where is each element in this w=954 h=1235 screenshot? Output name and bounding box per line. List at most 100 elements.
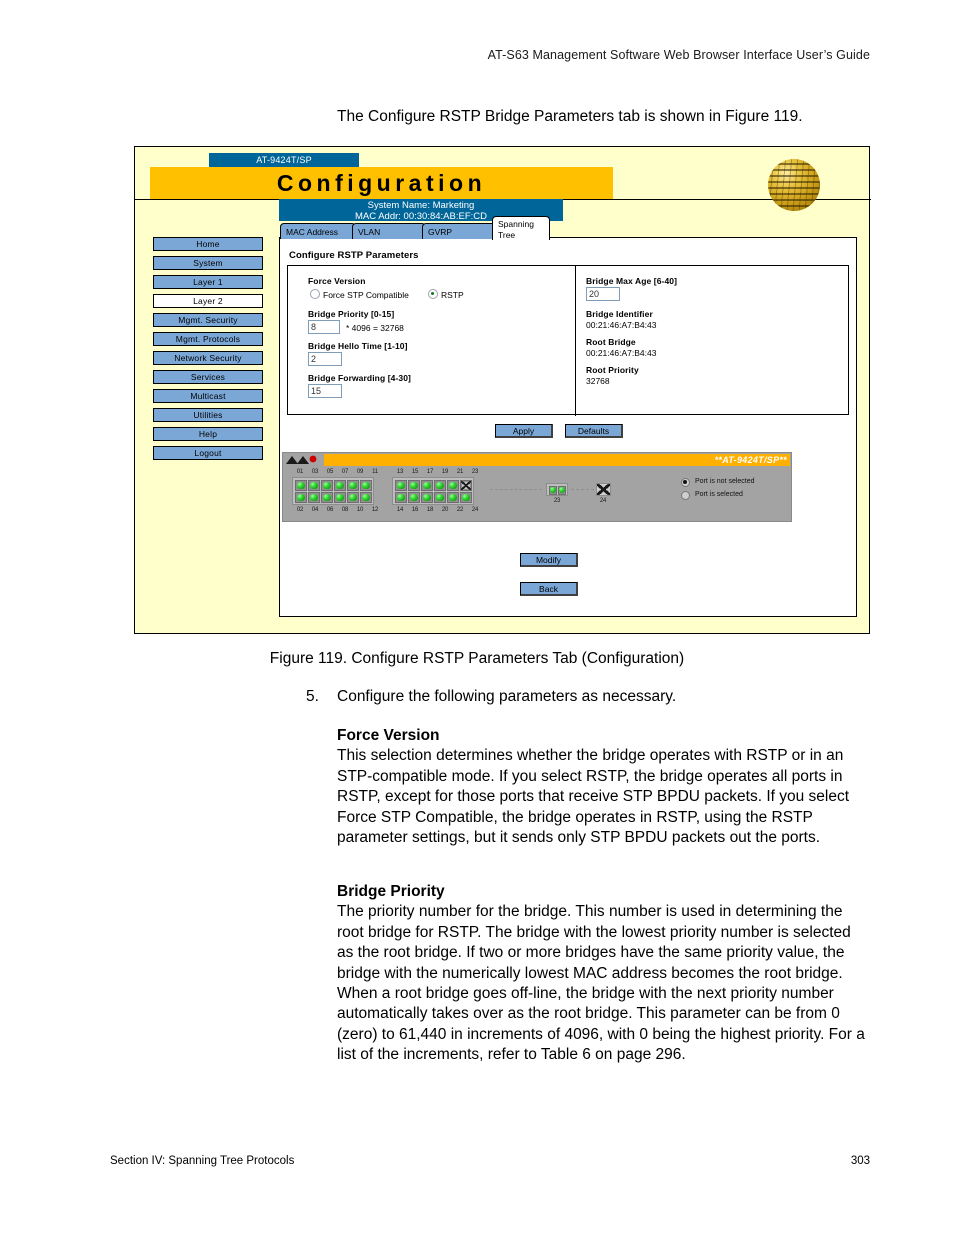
sidebar-item-system[interactable]: System [153, 256, 263, 270]
bridge-identifier-value: 00:21:46:A7:B4:43 [586, 320, 657, 330]
switch-top-strip: **AT-9424T/SP** [284, 454, 790, 466]
radio-force-stp-compatible[interactable] [310, 289, 320, 299]
system-name-line: System Name: Marketing [367, 200, 475, 211]
content-panel: MAC Address VLAN GVRP Spanning Tree Conf… [279, 216, 857, 617]
port-row-odd-1 [294, 479, 372, 491]
sidebar-item-help[interactable]: Help [153, 427, 263, 441]
port-08[interactable] [333, 491, 346, 503]
apply-button[interactable]: Apply [495, 424, 553, 438]
port-16[interactable] [407, 491, 420, 503]
sidebar-item-mgmt-protocols[interactable]: Mgmt. Protocols [153, 332, 263, 346]
back-button[interactable]: Back [520, 582, 578, 596]
port-label-13: 13 [396, 469, 404, 475]
port-02[interactable] [294, 491, 307, 503]
port-led-icon [296, 493, 305, 501]
sidebar-item-home[interactable]: Home [153, 237, 263, 251]
port-17[interactable] [420, 479, 433, 491]
uplink-23-b[interactable] [557, 485, 566, 495]
bridge-priority-input[interactable] [308, 320, 340, 334]
port-group-1[interactable] [292, 477, 374, 505]
port-led-icon [396, 481, 405, 489]
port-07[interactable] [333, 479, 346, 491]
port-label-07: 07 [341, 469, 349, 475]
column-divider [575, 266, 576, 416]
port-led-icon [335, 493, 344, 501]
bridge-forwarding-label: Bridge Forwarding [4-30] [308, 373, 411, 383]
sidebar-item-utilities[interactable]: Utilities [153, 408, 263, 422]
port-label-24: 24 [471, 507, 479, 513]
footer-section-label: Section IV: Spanning Tree Protocols [110, 1155, 295, 1167]
port-group-2[interactable] [392, 477, 474, 505]
port-10[interactable] [346, 491, 359, 503]
port-row-even-1 [294, 491, 372, 503]
port-row-odd-2 [394, 479, 472, 491]
port-03[interactable] [307, 479, 320, 491]
switch-model-label: **AT-9424T/SP** [714, 455, 787, 465]
port-led-icon [296, 481, 305, 489]
port-06[interactable] [320, 491, 333, 503]
port-01[interactable] [294, 479, 307, 491]
port-15[interactable] [407, 479, 420, 491]
sidebar-item-network-security[interactable]: Network Security [153, 351, 263, 365]
port-label-08: 08 [341, 507, 349, 513]
port-led-icon [461, 481, 470, 489]
legend-radio-port-not-selected[interactable] [681, 478, 690, 487]
force-version-label: Force Version [308, 276, 366, 286]
port-led-icon [435, 493, 444, 501]
section-body: The priority number for the bridge. This… [337, 903, 865, 1064]
port-14[interactable] [394, 491, 407, 503]
port-label-12: 12 [371, 507, 379, 513]
bridge-hello-time-input[interactable] [308, 352, 342, 366]
port-22[interactable] [446, 491, 459, 503]
sidebar-item-multicast[interactable]: Multicast [153, 389, 263, 403]
port-label-10: 10 [356, 507, 364, 513]
port-20[interactable] [433, 491, 446, 503]
uplink-port-23[interactable] [546, 483, 568, 496]
port-label-06: 06 [326, 507, 334, 513]
defaults-button[interactable]: Defaults [565, 424, 623, 438]
sidebar-item-layer-1[interactable]: Layer 1 [153, 275, 263, 289]
port-18[interactable] [420, 491, 433, 503]
port-led-icon [422, 481, 431, 489]
port-05[interactable] [320, 479, 333, 491]
port-24[interactable] [459, 491, 472, 503]
uplink-port-24-disabled[interactable] [596, 483, 611, 496]
tab-gvrp[interactable]: GVRP [422, 223, 496, 239]
panel-title: Configure RSTP Parameters [289, 250, 419, 261]
port-led-icon [361, 493, 370, 501]
sidebar-item-services[interactable]: Services [153, 370, 263, 384]
port-led-icon [335, 481, 344, 489]
bridge-forwarding-input[interactable] [308, 384, 342, 398]
bridge-priority-label: Bridge Priority [0-15] [308, 309, 395, 319]
sidebar-item-logout[interactable]: Logout [153, 446, 263, 460]
uplink-dash-right [571, 489, 599, 490]
sidebar-item-layer-2[interactable]: Layer 2 [153, 294, 263, 308]
modify-button[interactable]: Modify [520, 553, 578, 567]
port-19[interactable] [433, 479, 446, 491]
legend-label-port-not-selected: Port is not selected [695, 478, 755, 485]
port-label-01: 01 [296, 469, 304, 475]
tab-mac-address[interactable]: MAC Address [280, 223, 356, 239]
port-13[interactable] [394, 479, 407, 491]
legend-radio-port-selected[interactable] [681, 491, 690, 500]
switch-port-panel[interactable]: **AT-9424T/SP** 01 03 05 07 09 11 13 15 … [282, 452, 792, 522]
tab-strip: MAC Address VLAN GVRP Spanning Tree [280, 216, 858, 240]
port-12[interactable] [359, 491, 372, 503]
step-text: Configure the following parameters as ne… [337, 688, 677, 705]
section-force-version: Force Version This selection determines … [337, 726, 871, 848]
port-21[interactable] [446, 479, 459, 491]
sidebar-item-mgmt-security[interactable]: Mgmt. Security [153, 313, 263, 327]
port-09[interactable] [346, 479, 359, 491]
port-04[interactable] [307, 491, 320, 503]
radio-rstp[interactable] [428, 289, 438, 299]
tab-spanning-tree[interactable]: Spanning Tree [492, 216, 550, 240]
port-led-icon [396, 493, 405, 501]
port-label-14: 14 [396, 507, 404, 513]
port-11[interactable] [359, 479, 372, 491]
root-priority-label: Root Priority [586, 365, 639, 375]
bridge-max-age-input[interactable] [586, 287, 620, 301]
port-23-disabled[interactable] [459, 479, 472, 491]
tab-vlan[interactable]: VLAN [352, 223, 426, 239]
uplink-23-a[interactable] [548, 485, 557, 495]
bridge-priority-computed: * 4096 = 32768 [346, 323, 404, 333]
